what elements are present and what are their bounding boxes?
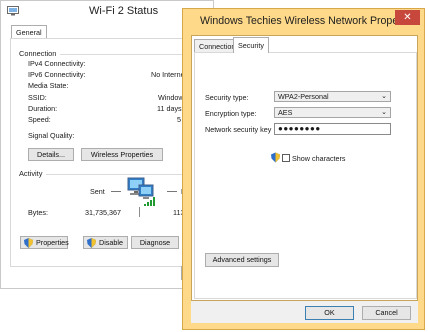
show-characters-label: Show characters bbox=[292, 154, 346, 163]
tab-security[interactable]: Security bbox=[233, 37, 269, 53]
wireless-properties-button[interactable]: Wireless Properties bbox=[81, 148, 163, 161]
encryption-type-value: AES bbox=[278, 108, 293, 117]
close-button[interactable]: ✕ bbox=[395, 10, 420, 25]
security-key-input[interactable]: ●●●●●●●● bbox=[274, 123, 391, 135]
encryption-type-label: Encryption type: bbox=[205, 109, 257, 118]
security-type-value: WPA2-Personal bbox=[278, 92, 329, 101]
connection-heading: Connection bbox=[19, 49, 57, 58]
duration-value: 11 days bbox=[157, 104, 182, 113]
security-key-label: Network security key bbox=[205, 125, 272, 134]
media-state-label: Media State: bbox=[28, 81, 69, 90]
tab-general[interactable]: General bbox=[11, 25, 47, 39]
signal-quality-label: Signal Quality: bbox=[28, 131, 75, 140]
bytes-sent-value: 31,735,367 bbox=[85, 208, 121, 217]
speed-value: 5 bbox=[177, 115, 181, 124]
disable-button[interactable]: Disable bbox=[83, 236, 128, 249]
shield-icon bbox=[87, 238, 96, 248]
close-icon: ✕ bbox=[403, 12, 412, 23]
security-panel: Security type: WPA2-Personal ⌄ Encryptio… bbox=[194, 52, 417, 299]
activity-heading: Activity bbox=[19, 169, 43, 178]
received-line bbox=[167, 191, 177, 192]
chevron-down-icon: ⌄ bbox=[381, 109, 387, 116]
properties-button-label: Properties bbox=[36, 238, 69, 247]
status-window-title: Wi-Fi 2 Status bbox=[89, 5, 159, 17]
props-client-area: Connection Security Security type: WPA2-… bbox=[191, 35, 418, 301]
sent-label: Sent bbox=[90, 187, 105, 196]
sent-line bbox=[111, 191, 121, 192]
shield-icon bbox=[24, 238, 33, 248]
bytes-label: Bytes: bbox=[28, 208, 48, 217]
props-footer: OK Cancel bbox=[191, 301, 418, 323]
network-icon bbox=[7, 6, 19, 16]
cancel-button[interactable]: Cancel bbox=[362, 306, 411, 320]
disable-button-label: Disable bbox=[99, 238, 123, 247]
details-button[interactable]: Details... bbox=[28, 148, 74, 161]
show-characters-checkbox[interactable] bbox=[282, 154, 290, 162]
ipv6-value: No Interne bbox=[151, 70, 185, 79]
ssid-label: SSID: bbox=[28, 93, 47, 102]
properties-button[interactable]: Properties bbox=[20, 236, 69, 249]
ipv6-label: IPv6 Connectivity: bbox=[28, 70, 86, 79]
encryption-type-select[interactable]: AES ⌄ bbox=[274, 107, 391, 118]
chevron-down-icon: ⌄ bbox=[381, 93, 387, 100]
security-type-label: Security type: bbox=[205, 93, 249, 102]
duration-label: Duration: bbox=[28, 104, 58, 113]
props-window-title: Windows Techies Wireless Network Propert… bbox=[200, 15, 419, 27]
speed-label: Speed: bbox=[28, 115, 51, 124]
diagnose-button[interactable]: Diagnose bbox=[131, 236, 179, 249]
wireless-properties-dialog: Windows Techies Wireless Network Propert… bbox=[182, 8, 425, 330]
signal-bars-icon bbox=[144, 197, 155, 206]
bytes-separator bbox=[139, 207, 140, 217]
advanced-settings-button[interactable]: Advanced settings bbox=[205, 253, 279, 267]
ipv4-label: IPv4 Connectivity: bbox=[28, 59, 86, 68]
security-type-select[interactable]: WPA2-Personal ⌄ bbox=[274, 91, 391, 102]
ok-button[interactable]: OK bbox=[305, 306, 354, 320]
shield-icon bbox=[271, 152, 280, 163]
